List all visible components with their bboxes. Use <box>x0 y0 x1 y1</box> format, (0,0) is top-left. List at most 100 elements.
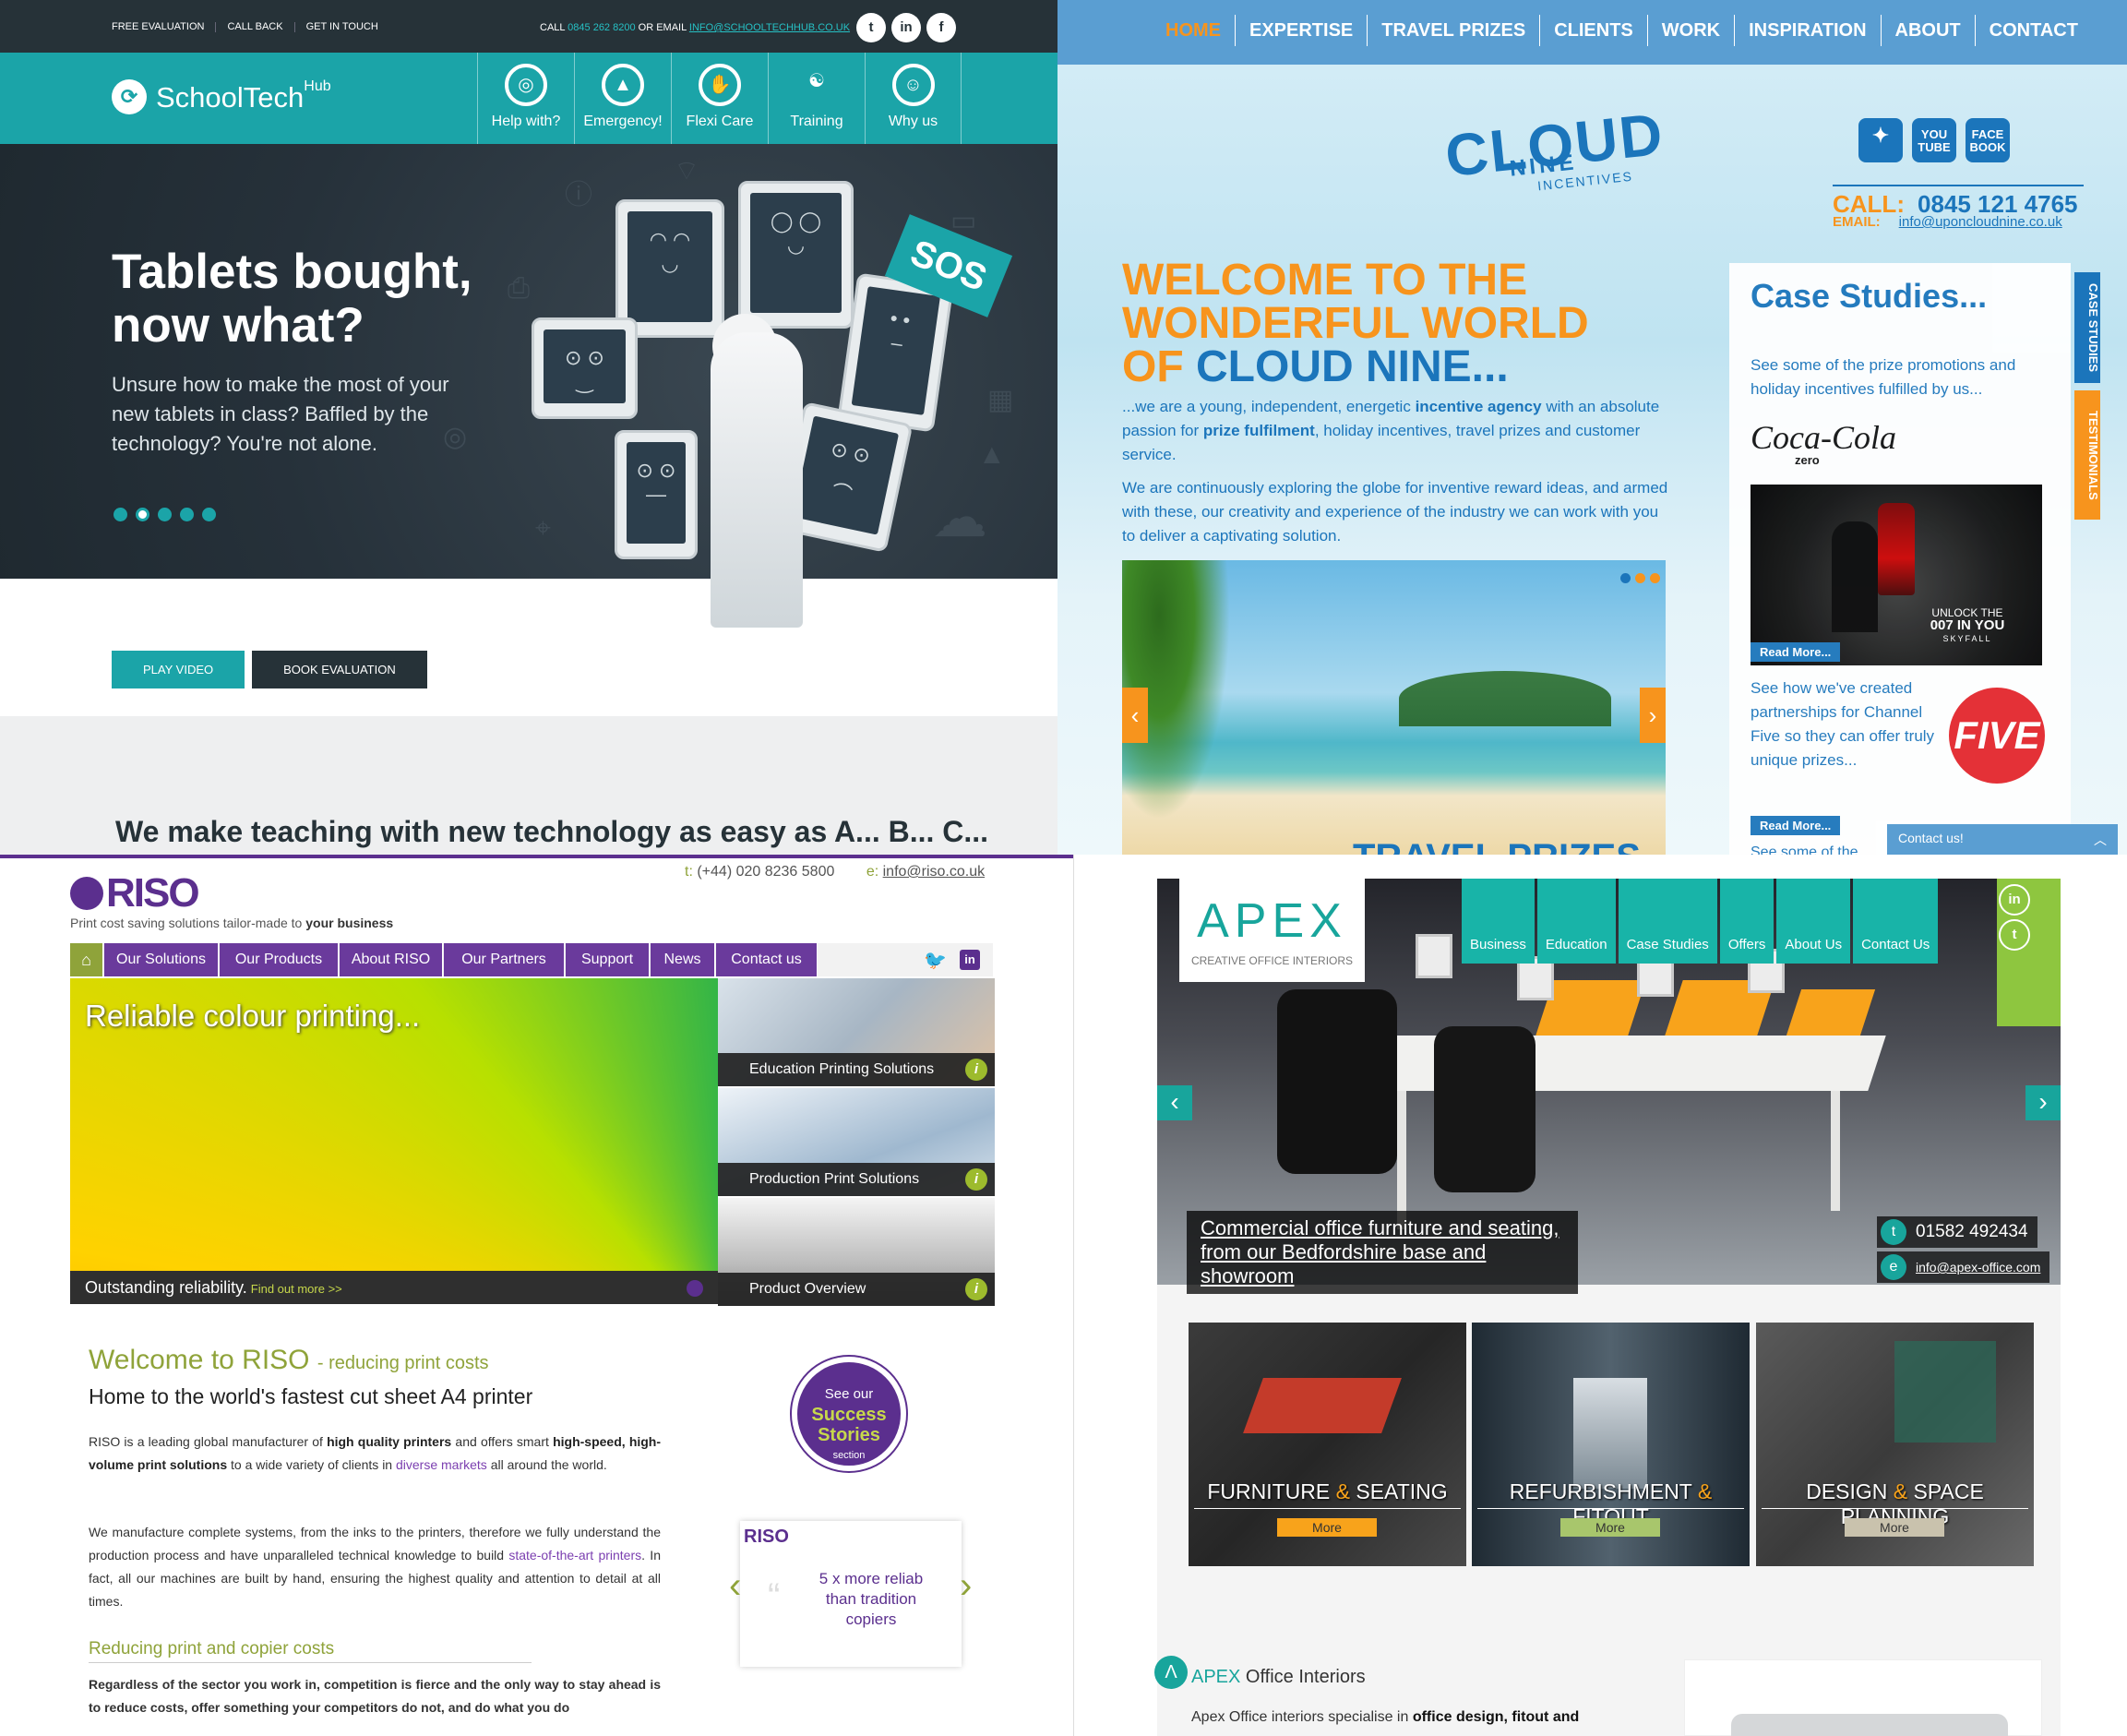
nav-contact-us[interactable]: Contact us <box>716 943 818 976</box>
nav-why-us[interactable]: ☺ Why us <box>865 53 962 144</box>
slider-dot[interactable] <box>202 508 216 521</box>
home-icon[interactable]: ⌂ <box>70 943 103 976</box>
slider-dot[interactable] <box>180 508 194 521</box>
facebook-icon[interactable]: f <box>926 13 956 42</box>
more-button[interactable]: More <box>1560 1518 1660 1537</box>
nav-work[interactable]: WORK <box>1648 15 1736 46</box>
slider-dot[interactable] <box>1620 573 1631 583</box>
linkedin-icon[interactable]: in <box>891 13 921 42</box>
more-button[interactable]: More <box>1845 1518 1944 1537</box>
top-link-free-evaluation[interactable]: FREE EVALUATION <box>112 22 217 32</box>
logo[interactable]: APEX CREATIVE OFFICE INTERIORS <box>1179 879 1365 982</box>
nav-help-with[interactable]: ◎ Help with? <box>477 53 574 144</box>
tab-testimonials[interactable]: TESTIMONIALS <box>2074 390 2100 520</box>
slider-dot[interactable] <box>158 508 172 521</box>
nav-training[interactable]: ☯ Training <box>768 53 865 144</box>
nav-case-studies[interactable]: Case Studies <box>1618 879 1717 964</box>
nav-our-products[interactable]: Our Products <box>220 943 339 976</box>
nav-travel-prizes[interactable]: TRAVEL PRIZES <box>1368 15 1541 46</box>
tile-design-space-planning[interactable]: DESIGN & SPACE PLANNING More <box>1756 1323 2034 1566</box>
slider-dot[interactable] <box>114 508 127 521</box>
info-icon[interactable]: i <box>965 1278 987 1300</box>
top-link-get-in-touch[interactable]: GET IN TOUCH <box>295 22 389 32</box>
chevron-up-icon: ︿ <box>2094 832 2107 847</box>
linkedin-icon[interactable]: in <box>1999 884 2030 916</box>
schooltech-site: FREE EVALUATION CALL BACK GET IN TOUCH C… <box>0 0 1058 855</box>
more-button[interactable]: More <box>1277 1518 1377 1537</box>
nav-contact-us[interactable]: Contact Us <box>1853 879 1939 964</box>
slider-next-arrow[interactable]: › <box>1640 688 1666 743</box>
nav-flexi-care[interactable]: ✋ Flexi Care <box>671 53 768 144</box>
youtube-icon[interactable]: YOU TUBE <box>1912 118 1956 162</box>
tab-case-studies[interactable]: CASE STUDIES <box>2074 272 2100 383</box>
heading-highlight: CLOUD NINE... <box>1196 342 1509 391</box>
top-link-call-back[interactable]: CALL BACK <box>216 22 295 32</box>
email-link[interactable]: info@apex-office.com <box>1916 1260 2040 1275</box>
nav-news[interactable]: News <box>651 943 715 976</box>
nav-clients[interactable]: CLIENTS <box>1540 15 1648 46</box>
nav-education[interactable]: Education <box>1536 879 1616 964</box>
book-evaluation-button[interactable]: BOOK EVALUATION <box>252 651 427 688</box>
nav-our-solutions[interactable]: Our Solutions <box>104 943 219 976</box>
nav-emergency[interactable]: ▲ Emergency! <box>574 53 671 144</box>
slider-dot[interactable] <box>1635 573 1645 583</box>
nav-business[interactable]: Business <box>1462 879 1535 964</box>
phone-number[interactable]: (+44) 020 8236 5800 <box>697 864 834 880</box>
chevron-right-icon[interactable]: › <box>960 1565 972 1607</box>
slider-prev-arrow[interactable]: ‹ <box>1157 1085 1192 1120</box>
diverse-markets-link[interactable]: diverse markets <box>396 1457 487 1472</box>
nav-home[interactable]: HOME <box>1152 15 1236 46</box>
skyfall-promo-image[interactable]: UNLOCK THE 007 IN YOU SKYFALL <box>1751 485 2042 665</box>
phone-number[interactable]: 0845 262 8200 <box>568 22 635 33</box>
nav-contact[interactable]: CONTACT <box>1976 15 2092 46</box>
read-more-button[interactable]: Read More... <box>1751 642 1841 662</box>
slider-dot[interactable] <box>1650 573 1660 583</box>
welcome-heading: Welcome to RISO - reducing print costs <box>89 1345 489 1376</box>
nav-about-riso[interactable]: About RISO <box>340 943 443 976</box>
nav-about-us[interactable]: About Us <box>1776 879 1851 964</box>
facebook-icon[interactable]: FACE BOOK <box>1966 118 2010 162</box>
thumb-product-overview[interactable]: Product Overview i <box>718 1198 995 1307</box>
second-paragraph: We manufacture complete systems, from th… <box>89 1521 661 1613</box>
nav-our-partners[interactable]: Our Partners <box>444 943 565 976</box>
info-icon[interactable]: i <box>965 1168 987 1191</box>
thumb-production[interactable]: Production Print Solutions i <box>718 1088 995 1197</box>
caption-link[interactable]: Commercial office furniture and seating,… <box>1201 1216 1559 1287</box>
tile-furniture-seating[interactable]: FURNITURE & SEATING More <box>1189 1323 1466 1566</box>
slide-caption[interactable]: Commercial office furniture and seating,… <box>1187 1211 1578 1294</box>
slider-dot[interactable] <box>687 1280 703 1297</box>
thumb-education[interactable]: Education Printing Solutions i <box>718 978 995 1087</box>
nav-support[interactable]: Support <box>566 943 650 976</box>
twitter-icon[interactable]: 🐦 <box>924 949 947 972</box>
nav-about[interactable]: ABOUT <box>1882 15 1976 46</box>
info-icon[interactable]: i <box>965 1059 987 1081</box>
slider-prev-arrow[interactable]: ‹ <box>1122 688 1148 743</box>
email-link[interactable]: INFO@SCHOOLTECHHUB.CO.UK <box>689 22 850 33</box>
chevron-left-icon[interactable]: ‹ <box>729 1565 741 1607</box>
nav-expertise[interactable]: EXPERTISE <box>1236 15 1368 46</box>
play-video-button[interactable]: PLAY VIDEO <box>112 651 245 688</box>
email-link[interactable]: info@riso.co.uk <box>883 864 986 880</box>
logo[interactable]: ⟳ SchoolTechHub <box>112 78 331 114</box>
logo[interactable]: RISO <box>70 870 200 916</box>
twitter-icon[interactable]: ✦ <box>1858 118 1903 162</box>
printers-link[interactable]: state-of-the-art printers <box>508 1548 641 1562</box>
nav-inspiration[interactable]: INSPIRATION <box>1735 15 1882 46</box>
read-more-button[interactable]: Read More... <box>1751 816 1841 835</box>
nav-offers[interactable]: Offers <box>1719 879 1774 964</box>
slider-dot-active[interactable] <box>136 508 149 521</box>
badge-line: Stories <box>818 1425 880 1445</box>
twitter-icon[interactable]: t <box>1999 919 2030 951</box>
section-heading: Reducing print and copier costs <box>89 1639 532 1663</box>
email-link[interactable]: info@uponcloudnine.co.uk <box>1899 214 2062 230</box>
main-nav: ◎ Help with? ▲ Emergency! ✋ Flexi Care ☯ Tra… <box>477 53 962 144</box>
twitter-icon[interactable]: t <box>856 13 886 42</box>
find-out-more-link[interactable]: Find out more >> <box>251 1282 342 1296</box>
title-text: Case Studies... <box>1751 277 1988 315</box>
contact-widget[interactable]: Contact us! ︿ <box>1887 824 2118 855</box>
linkedin-icon[interactable]: in <box>960 950 980 970</box>
phone-number[interactable]: 01582 492434 <box>1916 1222 2028 1242</box>
slider-next-arrow[interactable]: › <box>2025 1085 2061 1120</box>
success-stories-badge[interactable]: See our Success Stories section <box>792 1357 906 1471</box>
tile-refurbishment-fitout[interactable]: REFURBISHMENT & FITOUT More <box>1472 1323 1750 1566</box>
